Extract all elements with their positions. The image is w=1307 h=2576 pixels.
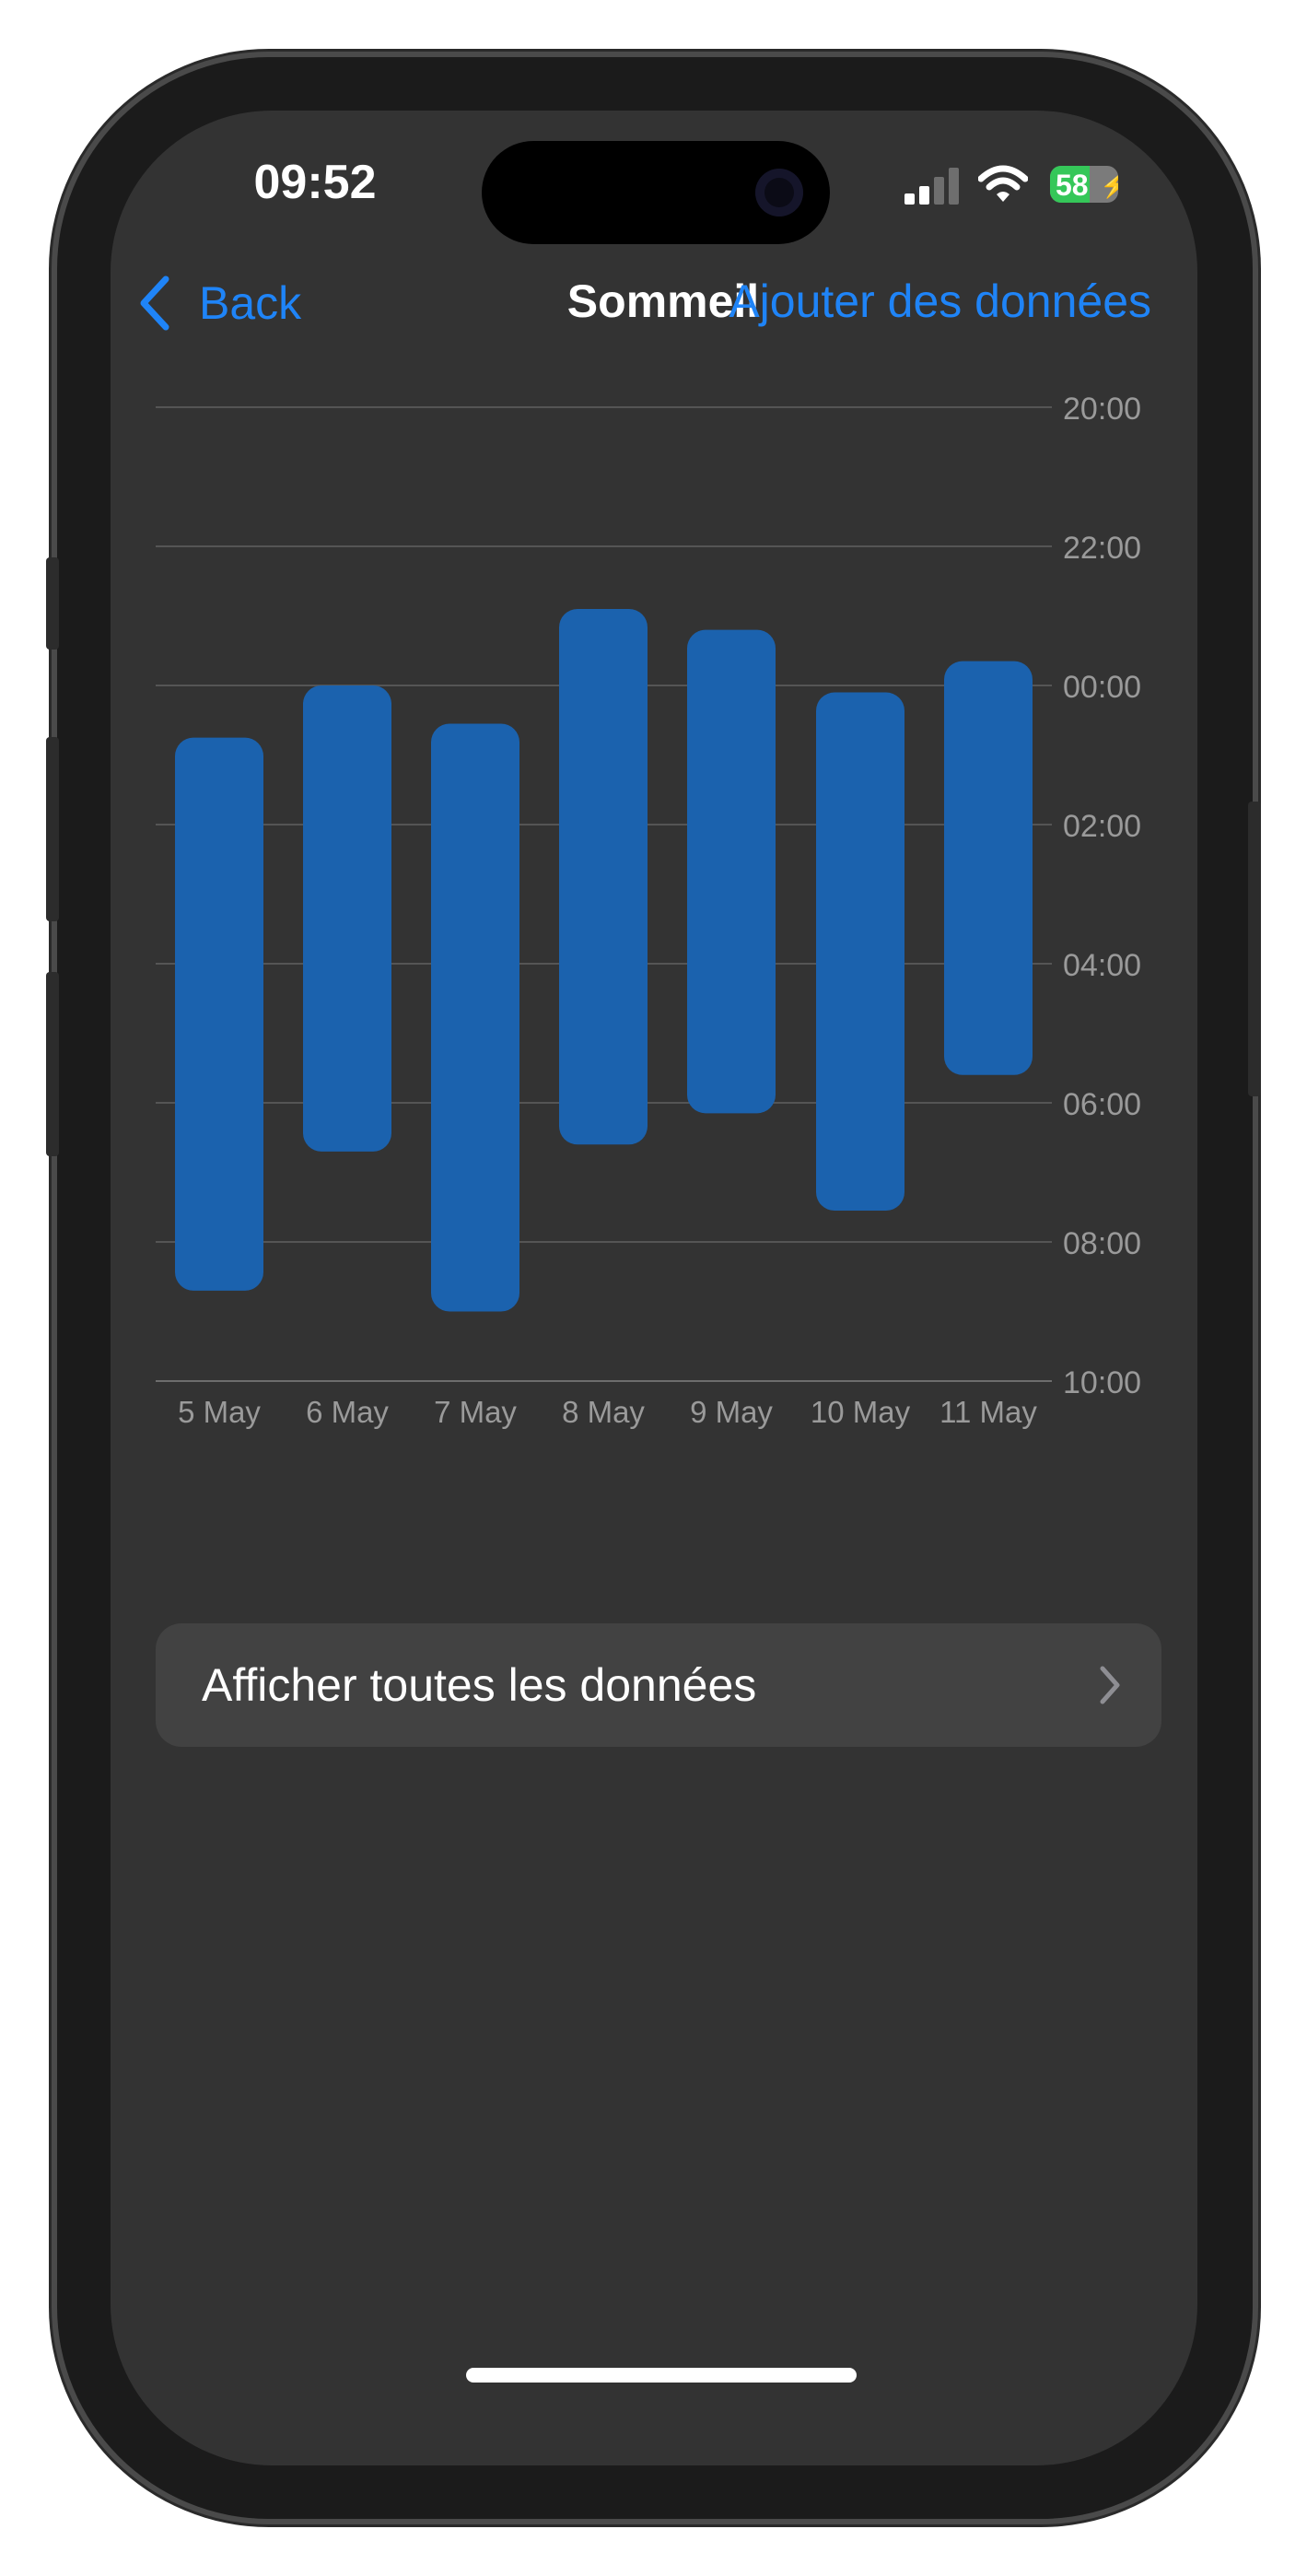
x-tick-label: 9 May [690,1395,773,1429]
chevron-right-icon [1100,1666,1120,1704]
y-tick-label: 08:00 [1063,1226,1141,1261]
y-tick-label: 10:00 [1063,1365,1141,1400]
sleep-bar[interactable] [687,629,776,1114]
sleep-bar[interactable] [175,737,263,1291]
show-all-data-row[interactable]: Afficher toutes les données [156,1623,1161,1747]
x-tick-label: 10 May [811,1395,911,1429]
volume-up-button [46,737,59,921]
show-all-data-label: Afficher toutes les données [202,1659,757,1711]
y-tick-label: 22:00 [1063,531,1141,566]
y-tick-label: 02:00 [1063,809,1141,844]
y-tick-label: 04:00 [1063,948,1141,983]
sleep-chart: 20:00 22:00 00:00 02:00 04:00 06:00 08:00 10:00… [111,111,1197,1437]
y-tick-label: 20:00 [1063,392,1141,427]
sleep-chart-svg: 20:00 22:00 00:00 02:00 04:00 06:00 08:00 10:00… [156,392,1141,1429]
y-tick-label: 06:00 [1063,1087,1141,1122]
sleep-bar[interactable] [944,661,1033,1075]
volume-down-button [46,972,59,1156]
sleep-bar[interactable] [303,685,391,1152]
sleep-bar[interactable] [431,723,519,1312]
x-tick-label: 11 May [939,1395,1037,1429]
sleep-bar[interactable] [559,608,648,1145]
x-tick-label: 6 May [306,1395,389,1429]
x-tick-label: 7 May [434,1395,517,1429]
y-tick-label: 00:00 [1063,670,1141,705]
sleep-bar[interactable] [816,692,904,1212]
x-tick-label: 5 May [178,1395,261,1429]
action-button [46,557,59,650]
x-tick-label: 8 May [562,1395,645,1429]
power-button [1248,802,1261,1096]
home-indicator [466,2368,857,2383]
screen: 09:52 58 ⚡ Back Sommeil Ajouter des donn… [111,111,1197,2465]
